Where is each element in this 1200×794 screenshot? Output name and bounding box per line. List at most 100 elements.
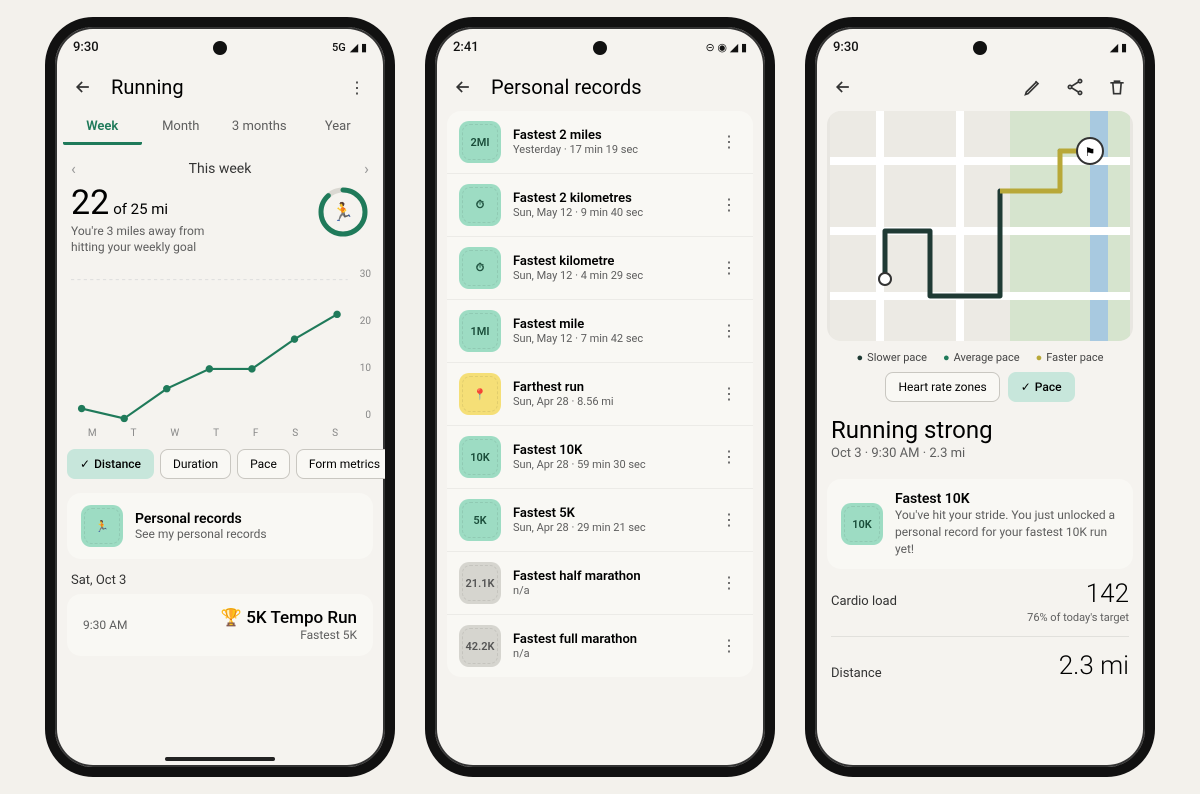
record-subtitle: n/a [513,584,705,597]
record-badge: 21.1K [459,562,501,604]
record-title: Fastest kilometre [513,254,705,269]
record-badge: 42.2K [459,625,501,667]
phone-run-detail: 9:30 ◢ ▮ ⚑ Slower pace Average pace Fast… [805,17,1155,777]
record-subtitle: Sun, Apr 28 · 29 min 21 sec [513,521,705,534]
record-row[interactable]: 42.2K Fastest full marathonn/a ⋮ [447,615,753,677]
back-icon[interactable] [449,73,477,101]
chip-distance[interactable]: ✓ Distance [67,449,154,479]
svg-text:⚑: ⚑ [1085,145,1096,159]
record-row[interactable]: 📍Farthest runSun, Apr 28 · 8.56 mi⋮ [447,363,753,426]
records-list: 2MIFastest 2 milesYesterday · 17 min 19 … [435,111,765,677]
toggle-hr-zones[interactable]: Heart rate zones [885,372,999,402]
tab-month[interactable]: Month [142,111,221,145]
record-row[interactable]: ⏱Fastest kilometreSun, May 12 · 4 min 29… [447,237,753,300]
record-title: Fastest 2 miles [513,128,705,143]
record-title: Fastest full marathon [513,632,705,647]
record-row[interactable]: 10KFastest 10KSun, Apr 28 · 59 min 30 se… [447,426,753,489]
pr-title: Personal records [135,511,359,527]
more-icon[interactable]: ⋮ [717,323,741,339]
record-row[interactable]: 1MIFastest mileSun, May 12 · 7 min 42 se… [447,300,753,363]
cardio-sub: 76% of today's target [815,611,1145,632]
prev-period-icon[interactable]: ‹ [71,159,76,178]
header: Personal records [435,67,765,111]
record-title: Fastest 10K [513,443,705,458]
home-indicator[interactable] [165,757,275,761]
toggle-pace[interactable]: ✓ Pace [1008,372,1075,402]
divider [831,636,1129,637]
time-range-tabs: Week Month 3 months Year [55,111,385,145]
record-subtitle: Sun, Apr 28 · 8.56 mi [513,395,705,408]
distance-label: Distance [831,666,882,681]
progress-value: 22 [71,183,109,223]
page-title: Running [111,75,329,99]
chip-duration[interactable]: Duration [160,449,231,479]
chip-pace[interactable]: Pace [237,449,290,479]
record-subtitle: Sun, May 12 · 9 min 40 sec [513,206,705,219]
record-badge: 5K [459,499,501,541]
more-icon[interactable]: ⋮ [717,512,741,528]
tab-3months[interactable]: 3 months [220,111,299,145]
back-icon[interactable] [829,73,857,101]
period-nav: ‹ This week › [55,145,385,182]
status-bar: 9:30 ◢ ▮ [815,27,1145,67]
progress-row: 22 of 25 mi You're 3 miles away from hit… [55,182,385,263]
back-icon[interactable] [69,73,97,101]
status-time: 9:30 [73,40,99,55]
more-icon[interactable]: ⋮ [717,197,741,213]
tab-year[interactable]: Year [299,111,378,145]
record-row[interactable]: 2MIFastest 2 milesYesterday · 17 min 19 … [447,111,753,174]
runner-icon: 🏃 [317,186,369,238]
record-badge: 1MI [459,310,501,352]
tab-week[interactable]: Week [63,111,142,145]
header [815,67,1145,111]
goal-hint: You're 3 miles away from hitting your we… [71,224,231,255]
more-icon[interactable]: ⋮ [717,575,741,591]
record-row[interactable]: 5K Fastest 5KSun, Apr 28 · 29 min 21 sec ⋮ [447,489,753,552]
record-row[interactable]: ⏱ Fastest 2 kilometresSun, May 12 · 9 min… [447,174,753,237]
legend-avg: Average pace [943,351,1020,364]
record-title: Fastest 2 kilometres [513,191,705,206]
more-icon[interactable]: ⋮ [717,638,741,654]
x-axis: MTWTFSS [71,428,355,439]
more-icon[interactable]: ⋮ [717,386,741,402]
pr-unlocked-card[interactable]: 10K Fastest 10K You've hit your stride. … [827,479,1133,569]
progress-ring: 🏃 [317,186,369,238]
route-map[interactable]: ⚑ [827,111,1133,341]
activity-card[interactable]: 9:30 AM 🏆 5K Tempo Run Fastest 5K [67,594,373,656]
pace-legend: Slower pace Average pace Faster pace [815,341,1145,372]
distance-value: 2.3 mi [1059,651,1129,681]
record-subtitle: n/a [513,647,705,660]
personal-records-card[interactable]: 🏃 Personal records See my personal recor… [67,493,373,559]
cardio-row: Cardio load 142 [815,569,1145,611]
cardio-label: Cardio load [831,594,897,609]
record-title: Fastest mile [513,317,705,332]
share-icon[interactable] [1061,73,1089,101]
status-time: 9:30 [833,40,859,55]
record-title: Fastest 5K [513,506,705,521]
chip-form-metrics[interactable]: Form metrics [296,449,385,479]
y-axis: 3020100 [360,269,371,421]
record-badge: ⏱ [459,184,501,226]
date-header: Sat, Oct 3 [55,559,385,594]
distance-chart[interactable]: 3020100 MTWTFSS [71,269,369,439]
period-label: This week [189,161,252,177]
distance-row: Distance 2.3 mi [815,641,1145,683]
more-icon[interactable]: ⋮ [717,449,741,465]
phone-personal-records: 2:41 ⊝ ◉ ◢ ▮ Personal records 2MIFastest… [425,17,775,777]
record-badge: 📍 [459,373,501,415]
status-bar: 9:30 5G ◢ ▮ [55,27,385,67]
phone-running-overview: 9:30 5G ◢ ▮ Running ⋮ Week Month 3 month… [45,17,395,777]
page-title: Personal records [491,75,751,99]
more-icon[interactable]: ⋮ [343,73,371,101]
record-subtitle: Sun, May 12 · 4 min 29 sec [513,269,705,282]
delete-icon[interactable] [1103,73,1131,101]
next-period-icon[interactable]: › [364,159,369,178]
more-icon[interactable]: ⋮ [717,260,741,276]
status-icons: ◢ ▮ [1110,41,1127,54]
cardio-value: 142 [1086,579,1129,609]
more-icon[interactable]: ⋮ [717,134,741,150]
status-icons: ⊝ ◉ ◢ ▮ [705,41,747,54]
record-row[interactable]: 21.1KFastest half marathonn/a⋮ [447,552,753,615]
status-icons: 5G ◢ ▮ [332,41,367,54]
edit-icon[interactable] [1019,73,1047,101]
